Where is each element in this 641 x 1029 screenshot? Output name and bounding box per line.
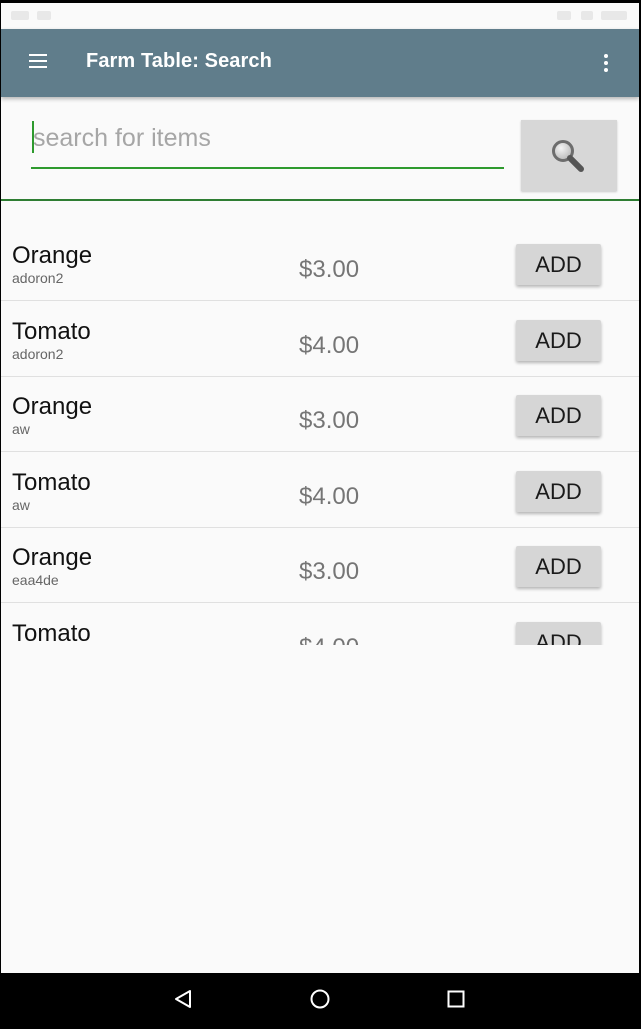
list-item: Tomato aw $4.00 ADD: [1, 453, 639, 528]
item-seller: aw: [12, 421, 30, 437]
search-button[interactable]: [521, 120, 617, 191]
hamburger-menu-icon[interactable]: [29, 54, 49, 70]
add-button[interactable]: ADD: [516, 244, 601, 285]
search-icon: [552, 140, 584, 172]
item-seller: adoron2: [12, 270, 64, 286]
status-bar: [1, 3, 639, 29]
status-icon: [601, 11, 627, 20]
add-button[interactable]: ADD: [516, 622, 601, 645]
search-input[interactable]: [31, 115, 504, 169]
text-cursor: [32, 121, 34, 153]
list-item: Orange eaa4de $3.00 ADD: [1, 528, 639, 603]
item-price: $3.00: [299, 407, 360, 434]
list-item: Orange aw $3.00 ADD: [1, 377, 639, 452]
add-button[interactable]: ADD: [516, 395, 601, 436]
list-item: Orange adoron2 $3.00 ADD: [1, 226, 639, 301]
add-button[interactable]: ADD: [516, 320, 601, 361]
device-screen: Farm Table: Search search for items Oran…: [0, 0, 641, 1029]
list-item: Tomato $4.00 ADD: [1, 604, 639, 645]
item-price: $4.00: [299, 634, 359, 645]
back-triangle-icon[interactable]: [172, 988, 194, 1010]
item-price: $3.00: [299, 558, 360, 585]
item-name: Orange: [12, 544, 93, 571]
results-list: Orange adoron2 $3.00 ADD Tomato adoron2 …: [1, 226, 639, 645]
add-button[interactable]: ADD: [516, 546, 601, 587]
more-vert-icon[interactable]: [597, 53, 615, 73]
item-name: Tomato: [12, 620, 91, 645]
list-item: Tomato adoron2 $4.00 ADD: [1, 302, 639, 377]
item-name: Tomato: [12, 318, 91, 345]
add-button[interactable]: ADD: [516, 471, 601, 512]
item-price: $3.00: [299, 256, 360, 283]
item-name: Tomato: [12, 469, 91, 496]
page-title: Farm Table: Search: [86, 50, 272, 72]
item-seller: adoron2: [12, 346, 64, 362]
navigation-bar: [0, 973, 641, 1023]
search-divider: [1, 199, 639, 201]
home-circle-icon[interactable]: [309, 988, 331, 1010]
status-icon: [11, 11, 29, 20]
status-icon: [37, 11, 51, 20]
item-name: Orange: [12, 393, 93, 420]
item-seller: aw: [12, 497, 30, 513]
status-icon: [581, 11, 593, 20]
app-bar: Farm Table: Search: [1, 29, 639, 97]
status-icon: [557, 11, 571, 20]
item-price: $4.00: [299, 483, 360, 510]
item-seller: eaa4de: [12, 572, 59, 588]
recents-square-icon[interactable]: [446, 989, 466, 1009]
item-price: $4.00: [299, 332, 360, 359]
app-window: Farm Table: Search search for items Oran…: [1, 3, 639, 973]
item-name: Orange: [12, 242, 93, 269]
